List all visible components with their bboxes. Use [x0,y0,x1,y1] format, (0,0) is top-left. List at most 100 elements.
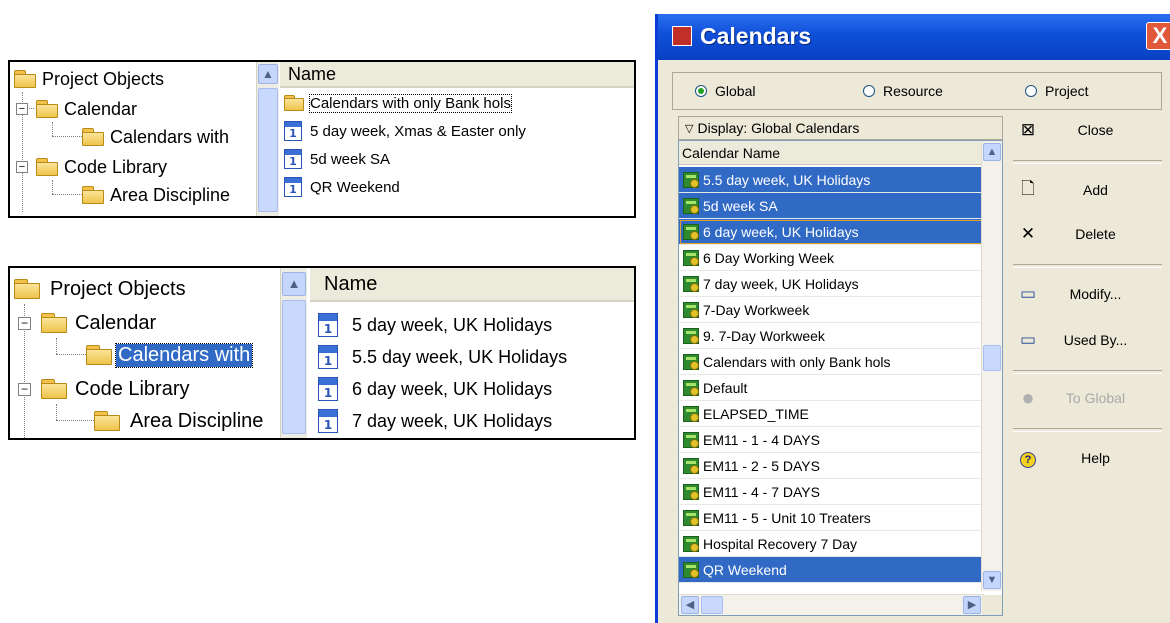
tree-item-calendars-with[interactable]: Calendars with [82,124,229,150]
tree-guide-line [56,354,86,355]
calendar-name: Hospital Recovery 7 Day [703,535,858,552]
folder-icon [86,345,112,365]
calendar-name: QR Weekend [703,561,787,578]
chevron-down-icon: ▽ [685,122,694,135]
app-icon [672,26,692,46]
add-button[interactable]: 🗋 Add [1013,174,1162,206]
calendar-clock-icon [683,353,699,370]
list-item[interactable]: 1 5d week SA [280,146,634,172]
tree-root[interactable]: Project Objects [14,274,186,304]
list-item[interactable]: 1 6 day week, UK Holidays [310,374,634,404]
folder-icon [36,100,58,118]
list-item[interactable]: Calendars with only Bank hols [280,90,634,116]
list-vertical-scrollbar[interactable]: ▲ ▼ [981,141,1002,591]
tree-item-code-library[interactable]: − Code Library [16,154,167,180]
divider [1013,264,1162,268]
explorer-panel-bottom: Project Objects − Calendar Calendars wit… [8,266,636,440]
delete-button[interactable]: ✕ Delete [1013,218,1162,250]
calendar-clock-icon [683,483,699,500]
calendar-name-column-header[interactable]: Calendar Name [679,141,984,165]
calendar-clock-icon [683,275,699,292]
dialog-titlebar[interactable]: Calendars X [658,14,1170,60]
calendar-row[interactable]: EM11 - 1 - 4 DAYS [679,427,984,453]
tree-item-area-discipline[interactable]: Area Discipline [82,182,230,208]
name-column-header[interactable]: Name [310,268,634,302]
calendar-row[interactable]: EM11 - 5 - Unit 10 Treaters [679,505,984,531]
calendar-clock-icon [683,171,699,188]
calendar-clock-icon [683,405,699,422]
scroll-up-icon[interactable]: ▲ [258,64,278,84]
calendar-row[interactable]: 6 day week, UK Holidays [679,219,984,245]
scroll-thumb[interactable] [282,300,306,434]
list-item-label: Calendars with only Bank hols [309,93,512,113]
collapse-icon[interactable]: − [18,316,31,330]
calendar-row[interactable]: Hospital Recovery 7 Day [679,531,984,557]
collapse-icon[interactable]: − [16,103,28,115]
calendar-row[interactable]: Calendars with only Bank hols [679,349,984,375]
help-icon: ? [1013,448,1043,468]
close-button[interactable]: ⊠ Close [1013,114,1162,146]
collapse-icon[interactable]: − [16,161,28,173]
calendar-clock-icon [683,223,699,240]
collapse-icon[interactable]: − [18,382,31,396]
used-by-button[interactable]: ▭ Used By... [1013,324,1162,356]
tree-item-calendar[interactable]: − Calendar [16,96,137,122]
calendar-row[interactable]: 9. 7-Day Workweek [679,323,984,349]
tree-guide-line [56,420,94,421]
tree-item-calendars-with[interactable]: Calendars with [86,340,254,370]
list-item[interactable]: 1 7 day week, UK Holidays [310,406,634,436]
tree-item-calendar[interactable]: − Calendar [18,308,156,338]
calendar-name: 5d week SA [703,197,778,214]
close-window-button[interactable]: X [1146,22,1170,50]
calendar-row[interactable]: 5.5 day week, UK Holidays [679,167,984,193]
calendar-row[interactable]: Default [679,375,984,401]
radio-unchecked-icon [1025,85,1037,97]
calendar-name: EM11 - 5 - Unit 10 Treaters [703,509,871,526]
scroll-thumb[interactable] [983,345,1001,371]
calendar-row[interactable]: EM11 - 2 - 5 DAYS [679,453,984,479]
tree-guide-line [52,180,53,194]
list-item-label: 5 day week, Xmas & Easter only [310,122,526,140]
tree-item-label: Calendar [64,98,138,119]
calendar-row[interactable]: QR Weekend [679,557,984,583]
to-global-button[interactable]: ● To Global [1013,382,1162,414]
tree-vertical-scrollbar[interactable]: ▲ [256,62,279,216]
calendar-row[interactable]: 7 day week, UK Holidays [679,271,984,297]
name-column-header[interactable]: Name [280,62,634,88]
tree-item-label: Calendars with [114,342,254,368]
scroll-down-icon[interactable]: ▼ [983,571,1001,589]
list-horizontal-scrollbar[interactable]: ◀ ▶ [679,594,984,615]
tree-item-area-discipline[interactable]: Area Discipline [94,406,263,436]
list-item[interactable]: 1 5 day week, UK Holidays [310,310,634,340]
scroll-up-icon[interactable]: ▲ [282,272,306,296]
help-button[interactable]: ? Help [1013,442,1162,474]
modify-button[interactable]: ▭ Modify... [1013,278,1162,310]
calendar-name: Calendars with only Bank hols [703,353,891,370]
tree-item-code-library[interactable]: − Code Library [18,374,190,404]
radio-global[interactable]: Global [695,83,755,99]
calendar-clock-icon [683,457,699,474]
calendar-row[interactable]: 7-Day Workweek [679,297,984,323]
scroll-up-icon[interactable]: ▲ [983,143,1001,161]
list-item[interactable]: 1 5 day week, Xmas & Easter only [280,118,634,144]
list-item[interactable]: 1 5.5 day week, UK Holidays [310,342,634,372]
scroll-right-icon[interactable]: ▶ [963,596,981,614]
scroll-thumb[interactable] [701,596,723,614]
radio-project[interactable]: Project [1025,83,1089,99]
scroll-thumb[interactable] [258,88,278,212]
list-item[interactable]: 1 QR Weekend [280,174,634,200]
display-filter-bar[interactable]: ▽ Display: Global Calendars [678,116,1003,140]
folder-icon [284,95,304,111]
calendar-row[interactable]: EM11 - 4 - 7 DAYS [679,479,984,505]
calendar-clock-icon [683,535,699,552]
calendar-row[interactable]: 5d week SA [679,193,984,219]
tree-root[interactable]: Project Objects [14,66,164,92]
tree-item-label: Code Library [75,377,190,400]
tree-vertical-scrollbar[interactable]: ▲ [280,268,307,438]
project-objects-tree: Project Objects − Calendar Calendars wit… [10,62,258,216]
scroll-left-icon[interactable]: ◀ [681,596,699,614]
calendar-row[interactable]: ELAPSED_TIME [679,401,984,427]
calendar-row[interactable]: 6 Day Working Week [679,245,984,271]
calendar-name: 6 Day Working Week [703,249,834,266]
radio-resource[interactable]: Resource [863,83,943,99]
